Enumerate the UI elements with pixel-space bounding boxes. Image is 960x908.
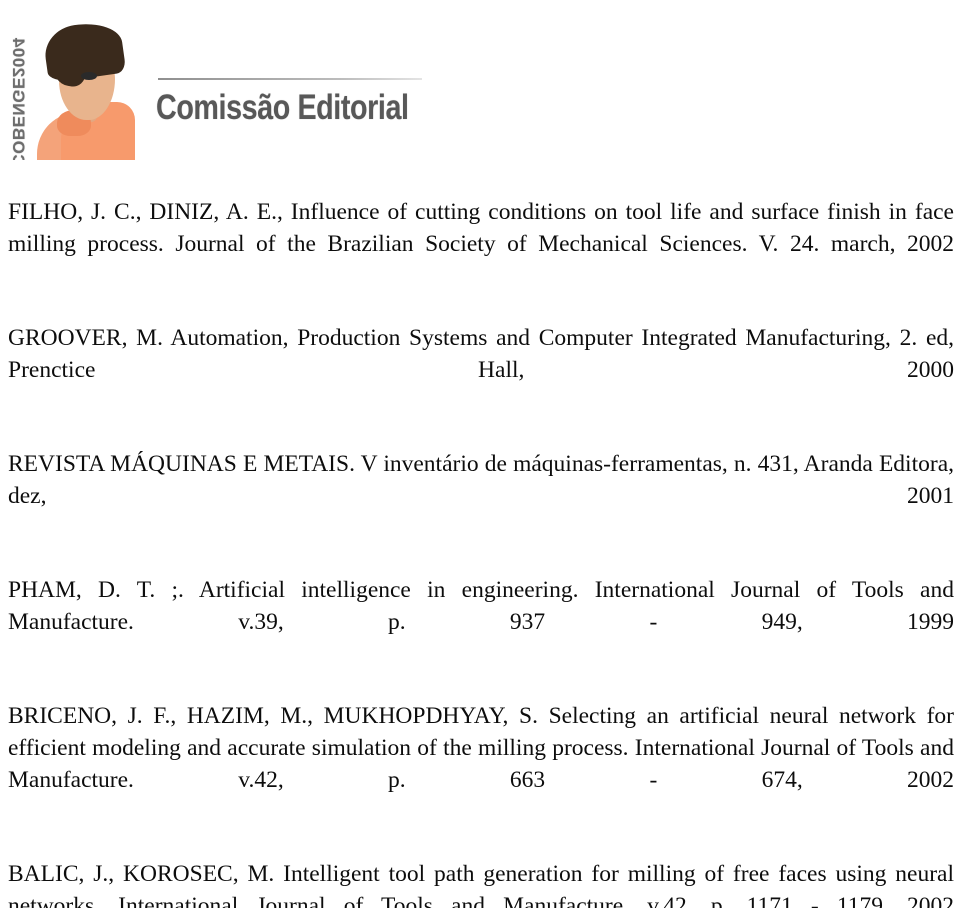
- reference-item-pham: PHAM, D. T. ;. Artificial intelligence i…: [8, 577, 954, 635]
- mascot-eye-shape: [81, 72, 97, 80]
- reference-list: FILHO, J. C., DINIZ, A. E., Influence of…: [8, 196, 954, 908]
- reference-item-revista-maquinas-e-metais: REVISTA MÁQUINAS E METAIS. V inventário …: [8, 451, 954, 509]
- page-title: Comissão Editorial: [156, 88, 409, 127]
- cobenge-vertical-label: COBENGE2004: [4, 4, 31, 160]
- document-page: COBENGE2004 Comissão Editorial FILHO, J.…: [0, 0, 960, 908]
- reference-item-groover: GROOVER, M. Automation, Production Syste…: [8, 325, 954, 383]
- page-header: COBENGE2004 Comissão Editorial: [0, 0, 960, 170]
- reference-item-briceno-hazim-mukhopdhyay: BRICENO, J. F., HAZIM, M., MUKHOPDHYAY, …: [8, 703, 954, 793]
- section-heading-block: Comissão Editorial: [156, 78, 436, 125]
- cobenge-mascot-icon: [31, 10, 135, 160]
- heading-divider: [158, 78, 422, 80]
- cobenge-vertical-label-text: COBENGE2004: [8, 37, 28, 160]
- reference-item-filho-diniz: FILHO, J. C., DINIZ, A. E., Influence of…: [8, 199, 954, 257]
- reference-item-balic-korosec: BALIC, J., KOROSEC, M. Intelligent tool …: [8, 861, 954, 908]
- cobenge-logo: COBENGE2004: [4, 4, 140, 160]
